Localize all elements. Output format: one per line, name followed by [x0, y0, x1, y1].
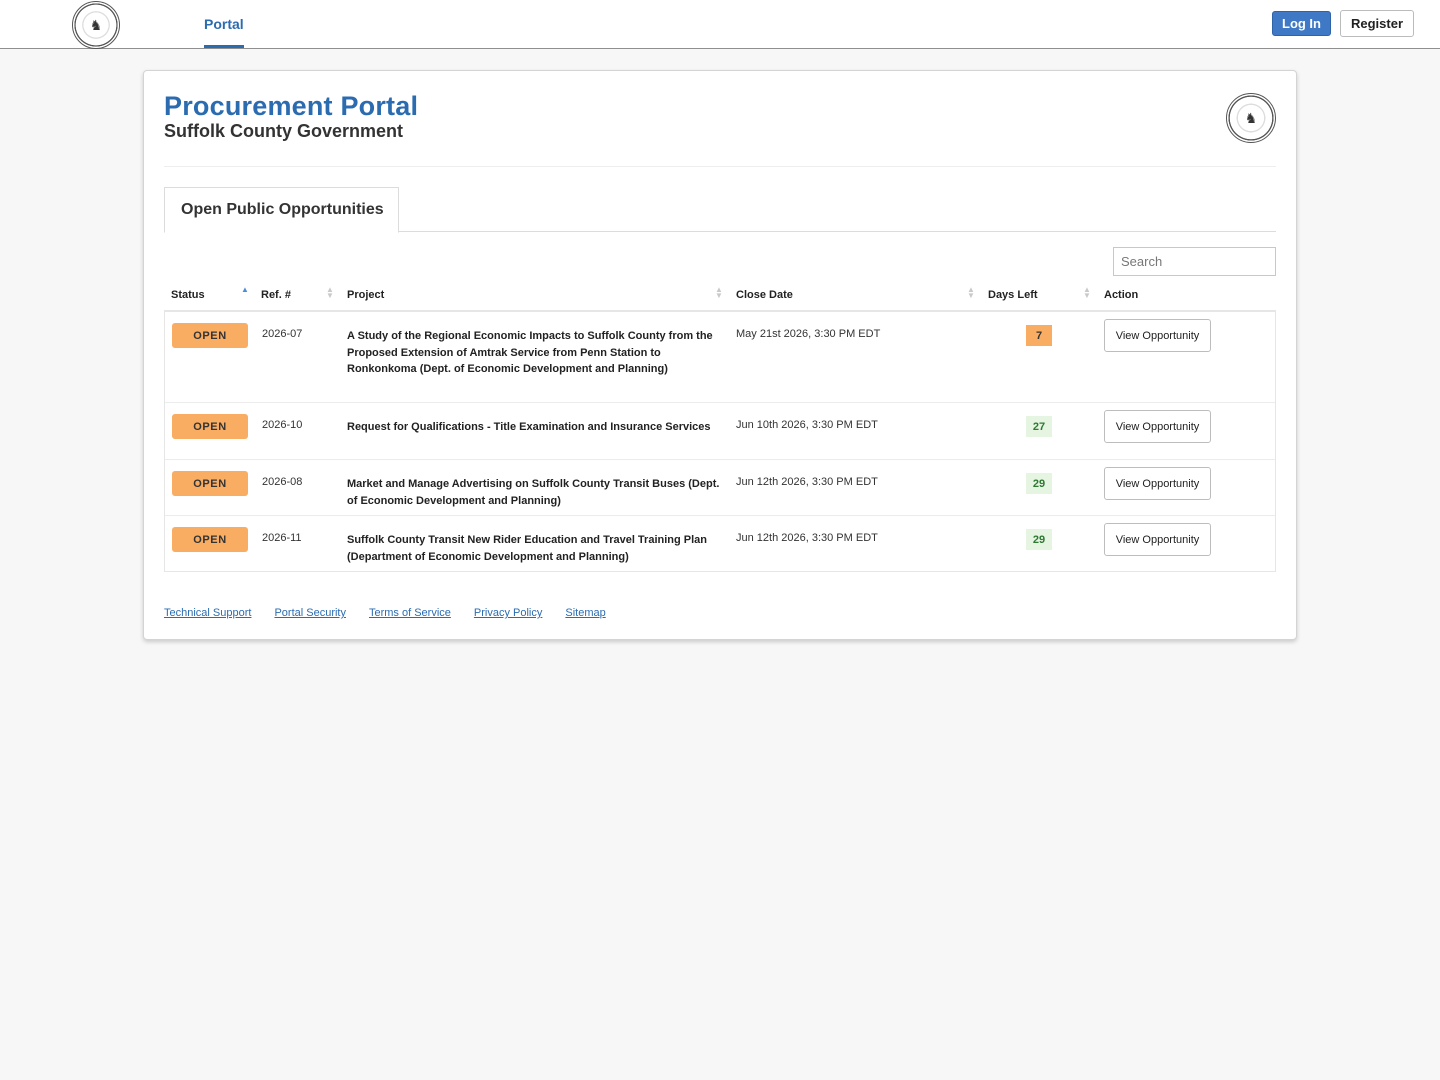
project-cell: A Study of the Regional Economic Impacts…	[347, 330, 713, 375]
tab-open-public-opportunities[interactable]: Open Public Opportunities	[164, 187, 399, 233]
ref-cell: 2026-08	[262, 476, 303, 488]
sort-both-icon[interactable]: ▲ ▼	[715, 286, 723, 300]
ref-cell: 2026-11	[262, 532, 302, 544]
opportunities-table: Status ▲ Ref. # ▲ ▼ Project ▲ ▼ Close Date…	[164, 282, 1276, 572]
sort-both-icon[interactable]: ▲ ▼	[326, 286, 334, 300]
view-opportunity-button[interactable]: View Opportunity	[1104, 410, 1211, 443]
page-title: Procurement Portal	[164, 91, 419, 121]
status-badge: OPEN	[172, 471, 248, 496]
column-header-action: Action	[1104, 289, 1139, 301]
footer-link-privacy-policy[interactable]: Privacy Policy	[474, 607, 542, 619]
view-opportunity-button[interactable]: View Opportunity	[1104, 523, 1211, 556]
county-seal-icon: ♞	[1226, 93, 1276, 143]
county-seal-icon[interactable]: ♞	[72, 1, 120, 49]
seal-emblem: ♞	[89, 17, 103, 33]
table-body: OPEN 2026-07 A Study of the Regional Eco…	[164, 312, 1276, 572]
column-header-project[interactable]: Project	[347, 289, 384, 301]
status-badge: OPEN	[172, 527, 248, 552]
table-row: OPEN 2026-11 Suffolk County Transit New …	[165, 515, 1275, 571]
ref-cell: 2026-07	[262, 328, 303, 340]
footer-link-portal-security[interactable]: Portal Security	[274, 607, 346, 619]
close-date-cell: Jun 10th 2026, 3:30 PM EDT	[736, 419, 878, 431]
column-header-ref[interactable]: Ref. #	[261, 289, 291, 301]
days-left-badge: 27	[1026, 416, 1052, 437]
close-date-cell: Jun 12th 2026, 3:30 PM EDT	[736, 476, 878, 488]
table-row: OPEN 2026-07 A Study of the Regional Eco…	[165, 312, 1275, 402]
ref-cell: 2026-10	[262, 419, 303, 431]
days-left-badge: 29	[1026, 529, 1052, 550]
footer-link-terms-of-service[interactable]: Terms of Service	[369, 607, 451, 619]
table-header: Status ▲ Ref. # ▲ ▼ Project ▲ ▼ Close Date…	[164, 282, 1276, 312]
main-card: Procurement Portal Suffolk County Govern…	[143, 70, 1297, 640]
footer-link-sitemap[interactable]: Sitemap	[565, 607, 605, 619]
column-header-close-date[interactable]: Close Date	[736, 289, 793, 301]
footer-link-technical-support[interactable]: Technical Support	[164, 607, 251, 619]
nav-portal-link[interactable]: Portal	[204, 0, 244, 48]
table-row: OPEN 2026-10 Request for Qualifications …	[165, 402, 1275, 459]
column-header-days-left[interactable]: Days Left	[988, 289, 1038, 301]
table-row: OPEN 2026-08 Market and Manage Advertisi…	[165, 459, 1275, 515]
project-cell: Market and Manage Advertising on Suffolk…	[347, 478, 720, 507]
footer-links: Technical Support Portal Security Terms …	[164, 607, 606, 619]
days-left-badge: 7	[1026, 325, 1052, 346]
page-subtitle: Suffolk County Government	[164, 121, 404, 141]
column-header-status[interactable]: Status	[171, 289, 205, 301]
sort-both-icon[interactable]: ▲ ▼	[1083, 286, 1091, 300]
top-navbar: ♞ Portal Log In Register	[0, 0, 1440, 49]
status-badge: OPEN	[172, 323, 248, 348]
sort-both-icon[interactable]: ▲ ▼	[967, 286, 975, 300]
seal-emblem: ♞	[1244, 110, 1258, 126]
days-left-badge: 29	[1026, 473, 1052, 494]
close-date-cell: Jun 12th 2026, 3:30 PM EDT	[736, 532, 878, 544]
register-button[interactable]: Register	[1340, 10, 1414, 37]
sort-ascending-icon[interactable]: ▲	[241, 286, 249, 294]
header-divider	[164, 166, 1276, 167]
project-cell: Request for Qualifications - Title Exami…	[347, 421, 711, 433]
project-cell: Suffolk County Transit New Rider Educati…	[347, 534, 708, 563]
search-input[interactable]	[1113, 247, 1276, 276]
close-date-cell: May 21st 2026, 3:30 PM EDT	[736, 328, 881, 340]
status-badge: OPEN	[172, 414, 248, 439]
login-button[interactable]: Log In	[1272, 11, 1331, 36]
view-opportunity-button[interactable]: View Opportunity	[1104, 467, 1211, 500]
view-opportunity-button[interactable]: View Opportunity	[1104, 319, 1211, 352]
